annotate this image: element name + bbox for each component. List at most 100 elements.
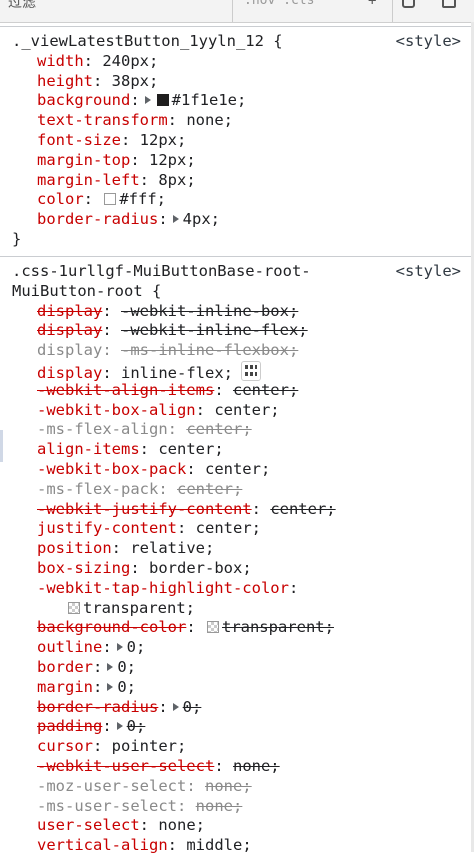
- property-value[interactable]: 0;: [127, 717, 146, 735]
- property-name[interactable]: font-size: [37, 131, 121, 149]
- declaration[interactable]: -webkit-tap-highlight-color:: [0, 579, 471, 599]
- new-rule-button[interactable]: +: [368, 0, 376, 9]
- declaration[interactable]: height: 38px;: [0, 72, 471, 92]
- expand-triangle-icon[interactable]: [172, 215, 179, 224]
- declaration[interactable]: display: -webkit-inline-box;: [0, 302, 471, 322]
- declaration[interactable]: margin: 0;: [0, 678, 471, 698]
- property-name[interactable]: margin-left: [37, 171, 140, 189]
- expand-triangle-icon[interactable]: [116, 643, 123, 652]
- property-value[interactable]: transparent;: [222, 618, 334, 636]
- property-name[interactable]: width: [37, 52, 84, 70]
- declaration[interactable]: -webkit-box-pack: center;: [0, 460, 471, 480]
- property-name[interactable]: -webkit-user-select: [37, 757, 214, 775]
- property-value[interactable]: center;: [158, 440, 223, 458]
- property-value[interactable]: none;: [196, 797, 243, 815]
- property-name[interactable]: margin: [37, 678, 93, 696]
- declaration[interactable]: justify-content: center;: [0, 519, 471, 539]
- declaration[interactable]: display: inline-flex;: [0, 360, 471, 382]
- property-name[interactable]: text-transform: [37, 111, 168, 129]
- property-value[interactable]: none;: [186, 111, 233, 129]
- property-value[interactable]: none;: [205, 777, 252, 795]
- expand-triangle-icon[interactable]: [107, 662, 114, 671]
- declaration[interactable]: -moz-user-select: none;: [0, 777, 471, 797]
- declaration[interactable]: align-items: center;: [0, 440, 471, 460]
- property-value[interactable]: center;: [177, 480, 242, 498]
- declaration[interactable]: margin-left: 8px;: [0, 171, 471, 191]
- declaration[interactable]: -webkit-justify-content: center;: [0, 500, 471, 520]
- declaration[interactable]: -webkit-box-align: center;: [0, 401, 471, 421]
- declaration[interactable]: padding: 0;: [0, 717, 471, 737]
- declaration[interactable]: font-size: 12px;: [0, 131, 471, 151]
- hov-cls-toggles[interactable]: :hov .cls: [244, 0, 314, 8]
- declaration[interactable]: -ms-flex-pack: center;: [0, 480, 471, 500]
- property-name[interactable]: border: [37, 658, 93, 676]
- declaration[interactable]: cursor: pointer;: [0, 737, 471, 757]
- declaration[interactable]: box-sizing: border-box;: [0, 559, 471, 579]
- property-value[interactable]: center;: [186, 420, 251, 438]
- declaration[interactable]: background: #1f1e1e;: [0, 91, 471, 111]
- property-value[interactable]: none;: [233, 757, 280, 775]
- expand-triangle-icon[interactable]: [116, 722, 123, 731]
- declaration[interactable]: position: relative;: [0, 539, 471, 559]
- property-value[interactable]: -webkit-inline-box;: [121, 302, 298, 320]
- declaration[interactable]: outline: 0;: [0, 638, 471, 658]
- declaration[interactable]: border-radius: 4px;: [0, 210, 471, 230]
- property-value[interactable]: inline-flex;: [121, 364, 233, 382]
- color-swatch[interactable]: [104, 193, 117, 206]
- rule-selector[interactable]: ._viewLatestButton_1yyln_12 { <style>: [0, 32, 471, 52]
- declaration[interactable]: margin-top: 12px;: [0, 151, 471, 171]
- property-value[interactable]: #1f1e1e;: [172, 91, 247, 109]
- property-value[interactable]: 4px;: [183, 210, 220, 228]
- property-name[interactable]: outline: [37, 638, 102, 656]
- computed-sidebar-icon[interactable]: [402, 0, 415, 8]
- property-name[interactable]: margin-top: [37, 151, 130, 169]
- property-name[interactable]: justify-content: [37, 519, 177, 537]
- rule-selector-cont[interactable]: MuiButton-root {: [0, 282, 471, 302]
- property-value[interactable]: center;: [233, 381, 298, 399]
- property-value[interactable]: pointer;: [112, 737, 187, 755]
- property-value[interactable]: 240px;: [102, 52, 158, 70]
- property-value[interactable]: transparent;: [83, 599, 195, 617]
- property-name[interactable]: color: [37, 190, 84, 208]
- selector-text[interactable]: ._viewLatestButton_1yyln_12 {: [12, 32, 283, 50]
- property-value[interactable]: middle;: [186, 836, 251, 854]
- property-name[interactable]: -ms-flex-align: [37, 420, 168, 438]
- property-name[interactable]: -ms-user-select: [37, 797, 177, 815]
- property-name[interactable]: vertical-align: [37, 836, 168, 854]
- property-value[interactable]: #fff;: [119, 190, 166, 208]
- property-name[interactable]: display: [37, 341, 102, 359]
- property-name[interactable]: -webkit-align-items: [37, 381, 214, 399]
- property-name[interactable]: position: [37, 539, 112, 557]
- property-value[interactable]: border-box;: [149, 559, 252, 577]
- property-name[interactable]: -webkit-tap-highlight-color: [37, 579, 289, 597]
- property-value[interactable]: 0;: [117, 658, 136, 676]
- property-name[interactable]: box-sizing: [37, 559, 130, 577]
- property-name[interactable]: border-radius: [37, 210, 158, 228]
- declaration[interactable]: -webkit-user-select: none;: [0, 757, 471, 777]
- property-value[interactable]: -ms-inline-flexbox;: [121, 341, 298, 359]
- property-value[interactable]: 0;: [117, 678, 136, 696]
- property-name[interactable]: -webkit-box-pack: [37, 460, 186, 478]
- declaration[interactable]: border: 0;: [0, 658, 471, 678]
- selector-text[interactable]: .css-1urllgf-MuiButtonBase-root-: [12, 262, 311, 280]
- toggle-sidebar-icon[interactable]: [442, 0, 456, 8]
- property-name[interactable]: background: [37, 91, 130, 109]
- property-name[interactable]: background-color: [37, 618, 186, 636]
- declaration[interactable]: -ms-flex-align: center;: [0, 420, 471, 440]
- property-name[interactable]: cursor: [37, 737, 93, 755]
- rule-selector[interactable]: .css-1urllgf-MuiButtonBase-root- <style>: [0, 262, 471, 282]
- property-value[interactable]: 8px;: [158, 171, 195, 189]
- color-swatch[interactable]: [156, 94, 169, 107]
- declaration[interactable]: text-transform: none;: [0, 111, 471, 131]
- expand-triangle-icon[interactable]: [107, 682, 114, 691]
- property-value[interactable]: center;: [270, 500, 335, 518]
- declaration-value-wrap[interactable]: transparent;: [0, 599, 471, 619]
- property-name[interactable]: display: [37, 302, 102, 320]
- property-value[interactable]: -webkit-inline-flex;: [121, 321, 308, 339]
- property-value[interactable]: 12px;: [140, 131, 187, 149]
- property-value[interactable]: 12px;: [149, 151, 196, 169]
- declaration[interactable]: color: #fff;: [0, 190, 471, 210]
- property-name[interactable]: display: [37, 364, 102, 382]
- property-name[interactable]: -moz-user-select: [37, 777, 186, 795]
- property-name[interactable]: -webkit-box-align: [37, 401, 196, 419]
